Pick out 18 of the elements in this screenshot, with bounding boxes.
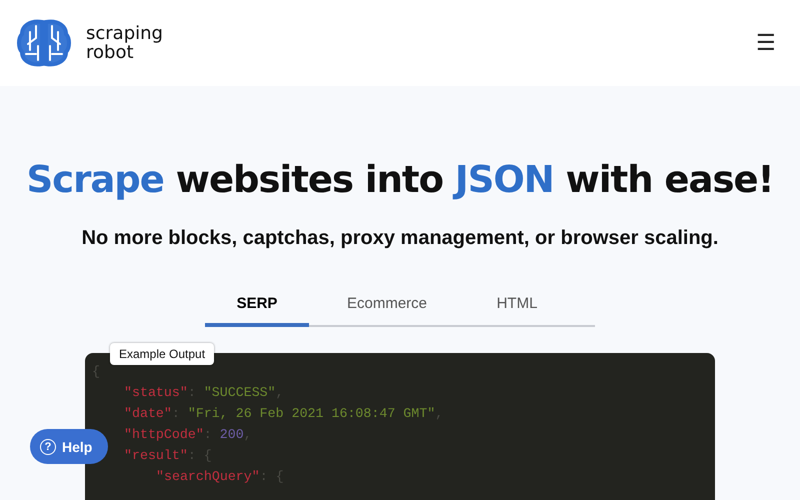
- tooltip: Example Output: [110, 343, 214, 365]
- logo-text: scraping: [86, 24, 163, 43]
- code-line: "status": "SUCCESS",: [124, 384, 284, 402]
- tab[interactable]: SERP: [205, 286, 309, 327]
- logo-text: robot: [86, 43, 134, 62]
- code-line: "result": {: [124, 447, 212, 465]
- subtitle: No more blocks, captchas, proxy management, or browser scaling.: [82, 227, 718, 250]
- code-line: "date": "Fri, 26 Feb 2021 16:08:47 GMT",: [124, 405, 444, 423]
- tab[interactable]: HTML: [465, 286, 569, 327]
- tab[interactable]: Ecommerce: [335, 286, 439, 327]
- code-line: "searchQuery": {: [156, 468, 284, 486]
- menu-button[interactable]: ☰: [756, 30, 776, 56]
- brain-circuit-icon: [16, 18, 72, 68]
- headline: Scrape websites into JSON with ease!: [26, 158, 774, 201]
- help-icon: ?: [40, 438, 56, 454]
- code-line: "httpCode": 200,: [124, 426, 252, 444]
- help-button[interactable]: ? Help: [30, 429, 108, 464]
- code-line: {: [92, 363, 100, 381]
